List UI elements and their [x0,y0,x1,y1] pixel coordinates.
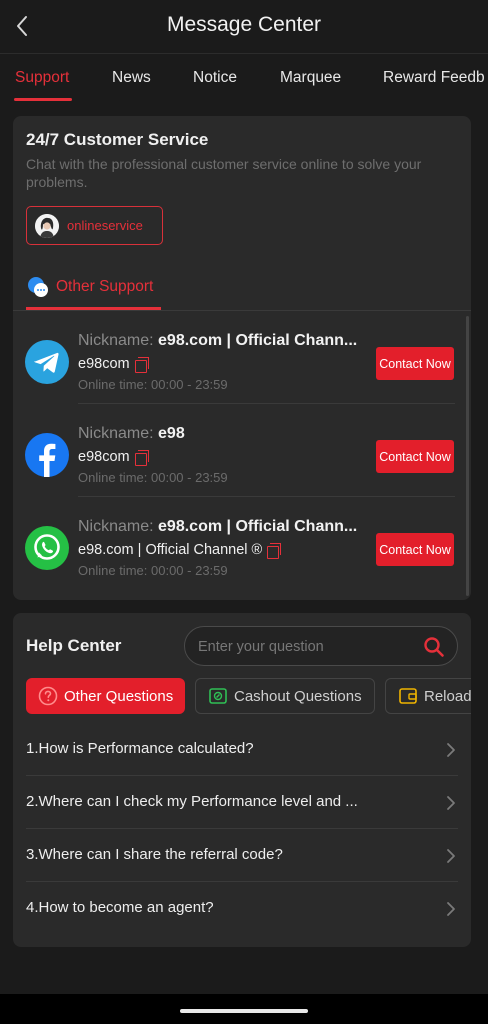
help-center-title: Help Center [26,636,122,655]
support-nickname: Nickname: e98 [78,425,185,442]
tab-reward-feedback[interactable]: Reward Feedb [383,69,485,87]
chat-bubbles-icon [28,277,48,297]
tab-news[interactable]: News [112,69,151,87]
support-nickname: Nickname: e98.com | Official Chann... [78,332,358,349]
category-reload[interactable]: Reload [385,678,471,714]
faq-item[interactable]: 2.Where can I check my Performance level… [26,776,458,829]
tab-other-support[interactable]: Other Support [26,275,153,309]
online-service-label: onlineservice [67,218,143,233]
copy-icon[interactable] [267,542,282,559]
chevron-right-icon [447,796,455,810]
support-item-whatsapp: Nickname: e98.com | Official Chann... e9… [13,497,463,590]
customer-service-subtitle: Chat with the professional customer serv… [26,156,422,190]
support-nickname: Nickname: e98.com | Official Chann... [78,518,358,535]
tab-bar: Support News Notice Marquee Reward Feedb [0,56,488,104]
support-account: e98com [78,449,149,466]
search-icon[interactable] [423,636,445,658]
online-time: Online time: 00:00 - 23:59 [78,470,228,485]
search-box [184,626,458,666]
telegram-icon [25,340,69,384]
contact-now-button[interactable]: Contact Now [376,347,454,380]
contact-now-button[interactable]: Contact Now [376,533,454,566]
tab-marquee[interactable]: Marquee [280,69,341,87]
contact-now-button[interactable]: Contact Now [376,440,454,473]
agent-avatar [35,213,59,238]
question-icon [38,686,58,706]
faq-item[interactable]: 4.How to become an agent? [26,882,458,935]
customer-service-title: 24/7 Customer Service [26,130,209,149]
cashout-icon [209,688,227,704]
faq-question: 4.How to become an agent? [26,899,214,916]
online-time: Online time: 00:00 - 23:59 [78,377,228,392]
copy-icon[interactable] [134,356,149,373]
support-item-telegram: Nickname: e98.com | Official Chann... e9… [13,311,463,404]
system-nav-bar [0,994,488,1024]
support-channel-list: Nickname: e98.com | Official Chann... e9… [13,311,471,600]
faq-item[interactable]: 3.Where can I share the referral code? [26,829,458,882]
home-indicator[interactable] [180,1009,308,1013]
support-item-facebook: Nickname: e98 e98com Online time: 00:00 … [13,404,463,497]
faq-question: 2.Where can I check my Performance level… [26,793,358,810]
page-title: Message Center [166,13,322,36]
online-time: Online time: 00:00 - 23:59 [78,563,228,578]
facebook-icon [25,433,69,477]
customer-service-card: 24/7 Customer Service Chat with the prof… [13,116,471,600]
chevron-right-icon [447,743,455,757]
faq-question: 3.Where can I share the referral code? [26,846,283,863]
wallet-icon [399,688,417,704]
help-center-card: Help Center Other Questions Cashout Ques… [13,613,471,947]
active-tab-indicator [14,98,72,101]
search-input[interactable] [198,636,413,658]
help-category-tabs: Other Questions Cashout Questions Reload [26,678,471,716]
tab-support[interactable]: Support [15,69,69,87]
other-support-label: Other Support [56,278,154,295]
online-service-button[interactable]: onlineservice [26,206,163,245]
whatsapp-icon [25,526,69,570]
copy-icon[interactable] [134,449,149,466]
category-cashout-questions[interactable]: Cashout Questions [195,678,375,714]
support-account: e98com [78,356,149,373]
header-bar: Message Center [0,0,488,54]
chevron-right-icon [447,849,455,863]
faq-question: 1.How is Performance calculated? [26,740,254,757]
scrollbar[interactable] [466,316,469,596]
support-account: e98.com | Official Channel ® [78,542,282,559]
tab-notice[interactable]: Notice [193,69,237,87]
category-other-questions[interactable]: Other Questions [26,678,185,714]
faq-item[interactable]: 1.How is Performance calculated? [26,723,458,776]
chevron-right-icon [447,902,455,916]
